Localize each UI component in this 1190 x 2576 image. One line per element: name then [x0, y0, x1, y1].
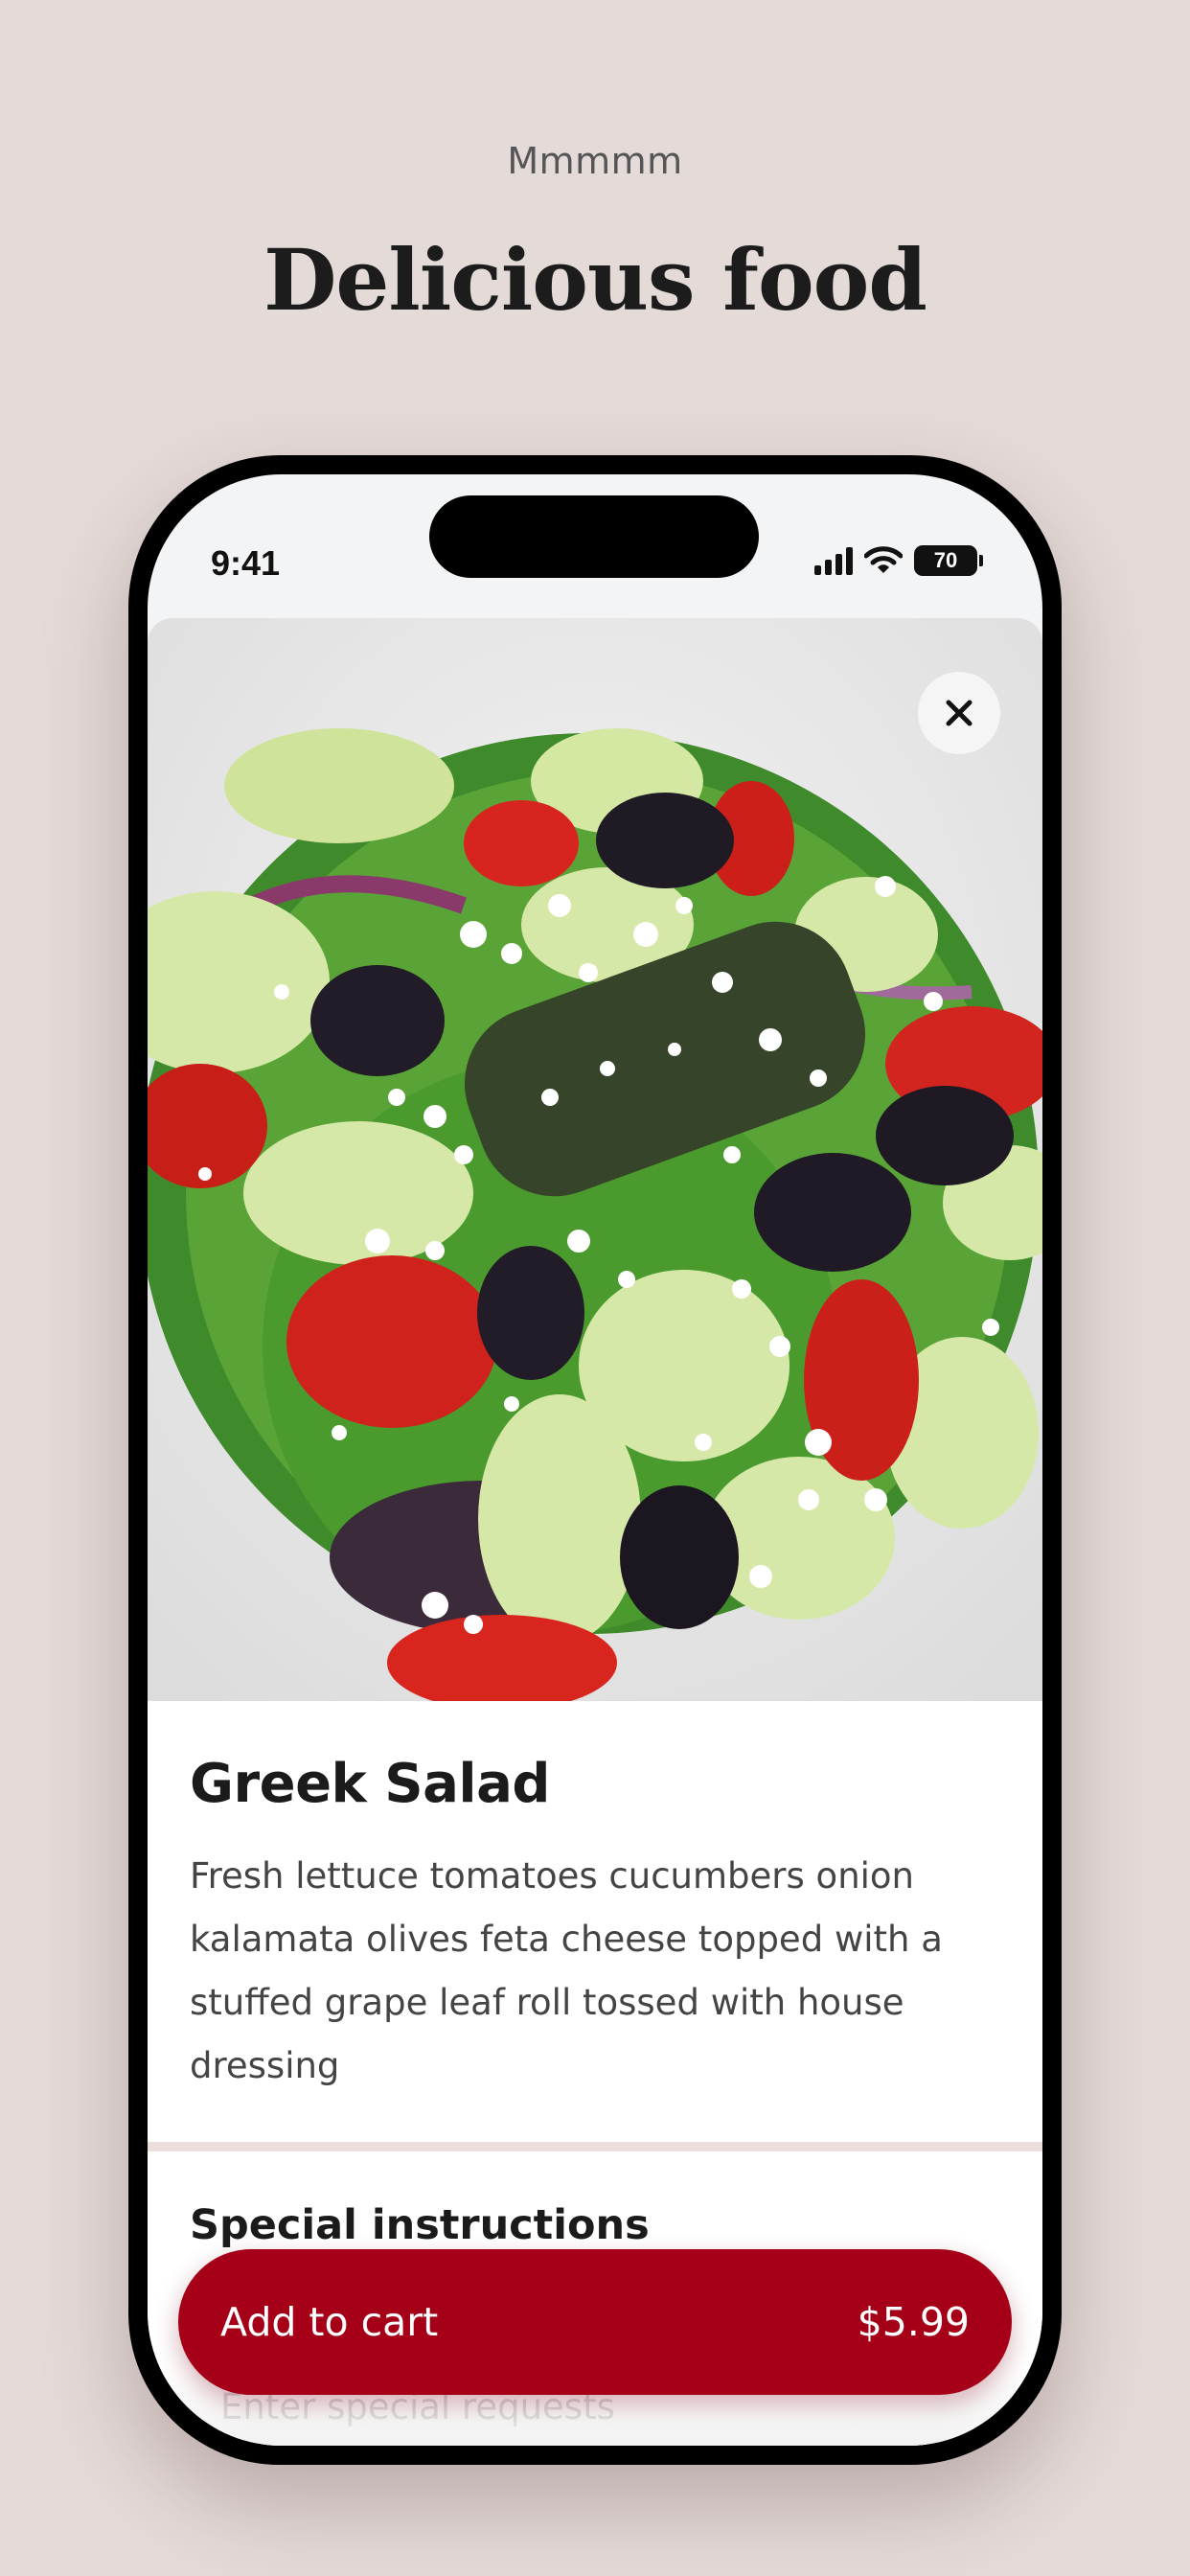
item-description: Fresh lettuce tomatoes cucumbers onion k… [190, 1855, 943, 2086]
phone-frame: 9:41 70 Greek Salad Fresh lettuce tomato… [128, 455, 1062, 2465]
status-icons: 70 [814, 545, 983, 576]
phone-screen: 9:41 70 Greek Salad Fresh lettuce tomato… [148, 474, 1042, 2446]
dynamic-island [429, 495, 759, 578]
add-to-cart-label: Add to cart [220, 2299, 439, 2345]
cart-price: $5.99 [857, 2299, 970, 2345]
wifi-icon [864, 546, 903, 573]
page-eyebrow: Mmmmm [507, 140, 683, 182]
signal-icon [814, 546, 853, 575]
close-icon [946, 700, 973, 726]
section-divider [148, 2142, 1042, 2151]
item-detail-sheet: Greek Salad Fresh lettuce tomatoes cucum… [148, 618, 1042, 2446]
close-button[interactable] [918, 672, 1000, 754]
item-title: Greek Salad [190, 1753, 550, 1815]
food-image [148, 618, 1042, 1701]
add-to-cart-button[interactable]: Add to cart $5.99 [178, 2249, 1012, 2395]
battery-icon: 70 [914, 545, 983, 576]
special-instructions-title: Special instructions [190, 2201, 650, 2249]
page-headline: Delicious food [263, 230, 927, 330]
status-time: 9:41 [211, 543, 281, 583]
